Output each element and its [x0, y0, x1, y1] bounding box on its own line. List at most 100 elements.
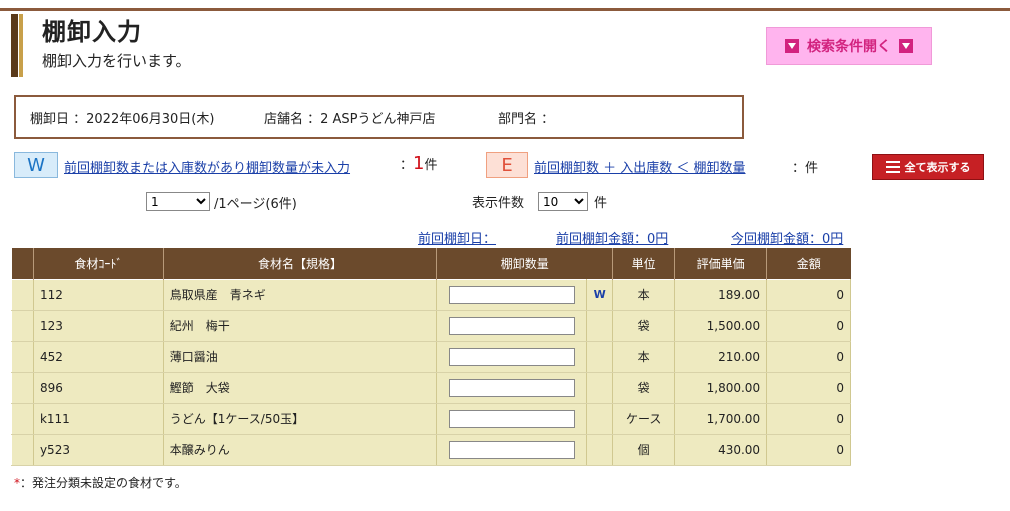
- cell-code: 452: [32, 340, 164, 373]
- cell-name: 本醸みりん: [162, 433, 438, 466]
- cell-flag: [586, 433, 614, 466]
- row-select-cell[interactable]: [11, 340, 34, 373]
- list-icon: [885, 161, 900, 173]
- show-all-label: 全て表示する: [904, 161, 971, 174]
- header-name: 食材名【規格】: [163, 248, 438, 279]
- cell-code: 896: [32, 371, 164, 404]
- header-select: [11, 248, 34, 279]
- cell-code: 112: [32, 278, 164, 311]
- display-count-label: 表示件数: [472, 196, 525, 211]
- cell-amount: 0: [766, 433, 851, 466]
- inventory-table: 食材ｺｰﾄﾞ 食材名【規格】 棚卸数量 単位 評価単価 金額 112 鳥取県産 青…: [11, 248, 851, 466]
- table-row: 896 鰹節 大袋 袋 1,800.00 0: [11, 371, 851, 404]
- cell-unit: 本: [612, 340, 676, 373]
- qty-input[interactable]: [448, 409, 575, 428]
- cell-unit: ケース: [612, 402, 676, 435]
- show-all-button[interactable]: 全て表示する: [872, 154, 984, 180]
- cell-amount: 0: [766, 340, 851, 373]
- cell-qty: [436, 433, 588, 466]
- cell-code: y523: [32, 433, 164, 466]
- cell-unit: 本: [612, 278, 676, 311]
- e-count: ：件: [792, 161, 819, 176]
- cell-qty: [436, 402, 588, 435]
- cell-flag: [586, 309, 614, 342]
- w-filter-link[interactable]: 前回棚卸数または入庫数があり棚卸数量が未入力: [64, 157, 350, 176]
- table-row: 112 鳥取県産 青ネギ W 本 189.00 0: [11, 278, 851, 311]
- cell-name: 鰹節 大袋: [162, 371, 438, 404]
- qty-input[interactable]: [448, 285, 575, 304]
- prev-inventory-amount-link[interactable]: 前回棚卸金額：0円: [556, 228, 668, 247]
- table-row: y523 本醸みりん 個 430.00 0: [11, 433, 851, 466]
- cell-amount: 0: [766, 371, 851, 404]
- cell-name: 紀州 梅干: [162, 309, 438, 342]
- header-qty: 棚卸数量: [436, 248, 614, 279]
- cell-unit: 袋: [612, 371, 676, 404]
- search-toggle-button[interactable]: 検索条件開く: [766, 27, 932, 65]
- table-row: 123 紀州 梅干 袋 1,500.00 0: [11, 309, 851, 342]
- qty-input[interactable]: [448, 440, 575, 459]
- cell-code: k111: [32, 402, 164, 435]
- cell-amount: 0: [766, 309, 851, 342]
- w-count: ：1件: [400, 153, 438, 174]
- cell-qty: [436, 340, 588, 373]
- footnote: *：発注分類未設定の食材です。: [14, 474, 187, 491]
- cell-unit: 袋: [612, 309, 676, 342]
- cell-amount: 0: [766, 278, 851, 311]
- cell-name: 薄口醤油: [162, 340, 438, 373]
- cell-price: 1,800.00: [674, 371, 768, 404]
- cell-qty: [436, 278, 588, 311]
- row-select-cell[interactable]: [11, 278, 34, 311]
- cell-price: 430.00: [674, 433, 768, 466]
- row-select-cell[interactable]: [11, 402, 34, 435]
- header-code: 食材ｺｰﾄﾞ: [33, 248, 164, 279]
- row-select-cell[interactable]: [11, 371, 34, 404]
- w-badge: W: [14, 152, 58, 178]
- chevron-down-icon: [785, 39, 799, 53]
- page-select[interactable]: 1: [146, 192, 210, 211]
- cell-price: 189.00: [674, 278, 768, 311]
- row-select-cell[interactable]: [11, 433, 34, 466]
- store-name: 店舗名 ：2 ASPうどん神戸店: [264, 111, 436, 127]
- page-title: 棚卸入力: [42, 18, 142, 46]
- title-accent-bar: [11, 14, 18, 77]
- cell-unit: 個: [612, 433, 676, 466]
- header-price: 評価単価: [674, 248, 768, 279]
- e-badge: E: [486, 152, 528, 178]
- cell-code: 123: [32, 309, 164, 342]
- curr-inventory-amount-link[interactable]: 今回棚卸金額：0円: [731, 228, 843, 247]
- display-count-select[interactable]: 10: [538, 192, 588, 211]
- prev-inventory-date-link[interactable]: 前回棚卸日：: [418, 228, 496, 247]
- inventory-date: 棚卸日 ：2022年06月30日(木): [30, 111, 215, 127]
- table-row: 452 薄口醤油 本 210.00 0: [11, 340, 851, 373]
- chevron-down-icon: [899, 39, 913, 53]
- header-amount: 金額: [766, 248, 851, 279]
- cell-name: うどん【1ケース/50玉】: [162, 402, 438, 435]
- qty-input[interactable]: [448, 347, 575, 366]
- cell-price: 1,700.00: [674, 402, 768, 435]
- title-accent-bar-gold: [19, 14, 23, 77]
- table-row: k111 うどん【1ケース/50玉】 ケース 1,700.00 0: [11, 402, 851, 435]
- table-header-row: 食材ｺｰﾄﾞ 食材名【規格】 棚卸数量 単位 評価単価 金額: [11, 248, 851, 279]
- page-info: /1ページ(6件): [214, 197, 297, 212]
- cell-amount: 0: [766, 402, 851, 435]
- cell-flag: [586, 402, 614, 435]
- cell-flag: W: [586, 278, 614, 311]
- footnote-text: ：発注分類未設定の食材です。: [20, 476, 187, 490]
- cell-name: 鳥取県産 青ネギ: [162, 278, 438, 311]
- row-select-cell[interactable]: [11, 309, 34, 342]
- inventory-info-box: 棚卸日 ：2022年06月30日(木) 店舗名 ：2 ASPうどん神戸店 部門名…: [14, 95, 744, 139]
- search-toggle-label: 検索条件開く: [807, 39, 891, 55]
- header-unit: 単位: [612, 248, 676, 279]
- cell-qty: [436, 309, 588, 342]
- qty-input[interactable]: [448, 378, 575, 397]
- cell-flag: [586, 371, 614, 404]
- top-rule: [0, 8, 1010, 11]
- cell-price: 1,500.00: [674, 309, 768, 342]
- department-name: 部門名 ：: [498, 111, 555, 127]
- page-subtitle: 棚卸入力を行います。: [42, 52, 191, 70]
- e-filter-link[interactable]: 前回棚卸数 ＋ 入出庫数 ＜ 棚卸数量: [534, 157, 746, 176]
- qty-input[interactable]: [448, 316, 575, 335]
- cell-flag: [586, 340, 614, 373]
- cell-price: 210.00: [674, 340, 768, 373]
- display-count-unit: 件: [594, 196, 608, 211]
